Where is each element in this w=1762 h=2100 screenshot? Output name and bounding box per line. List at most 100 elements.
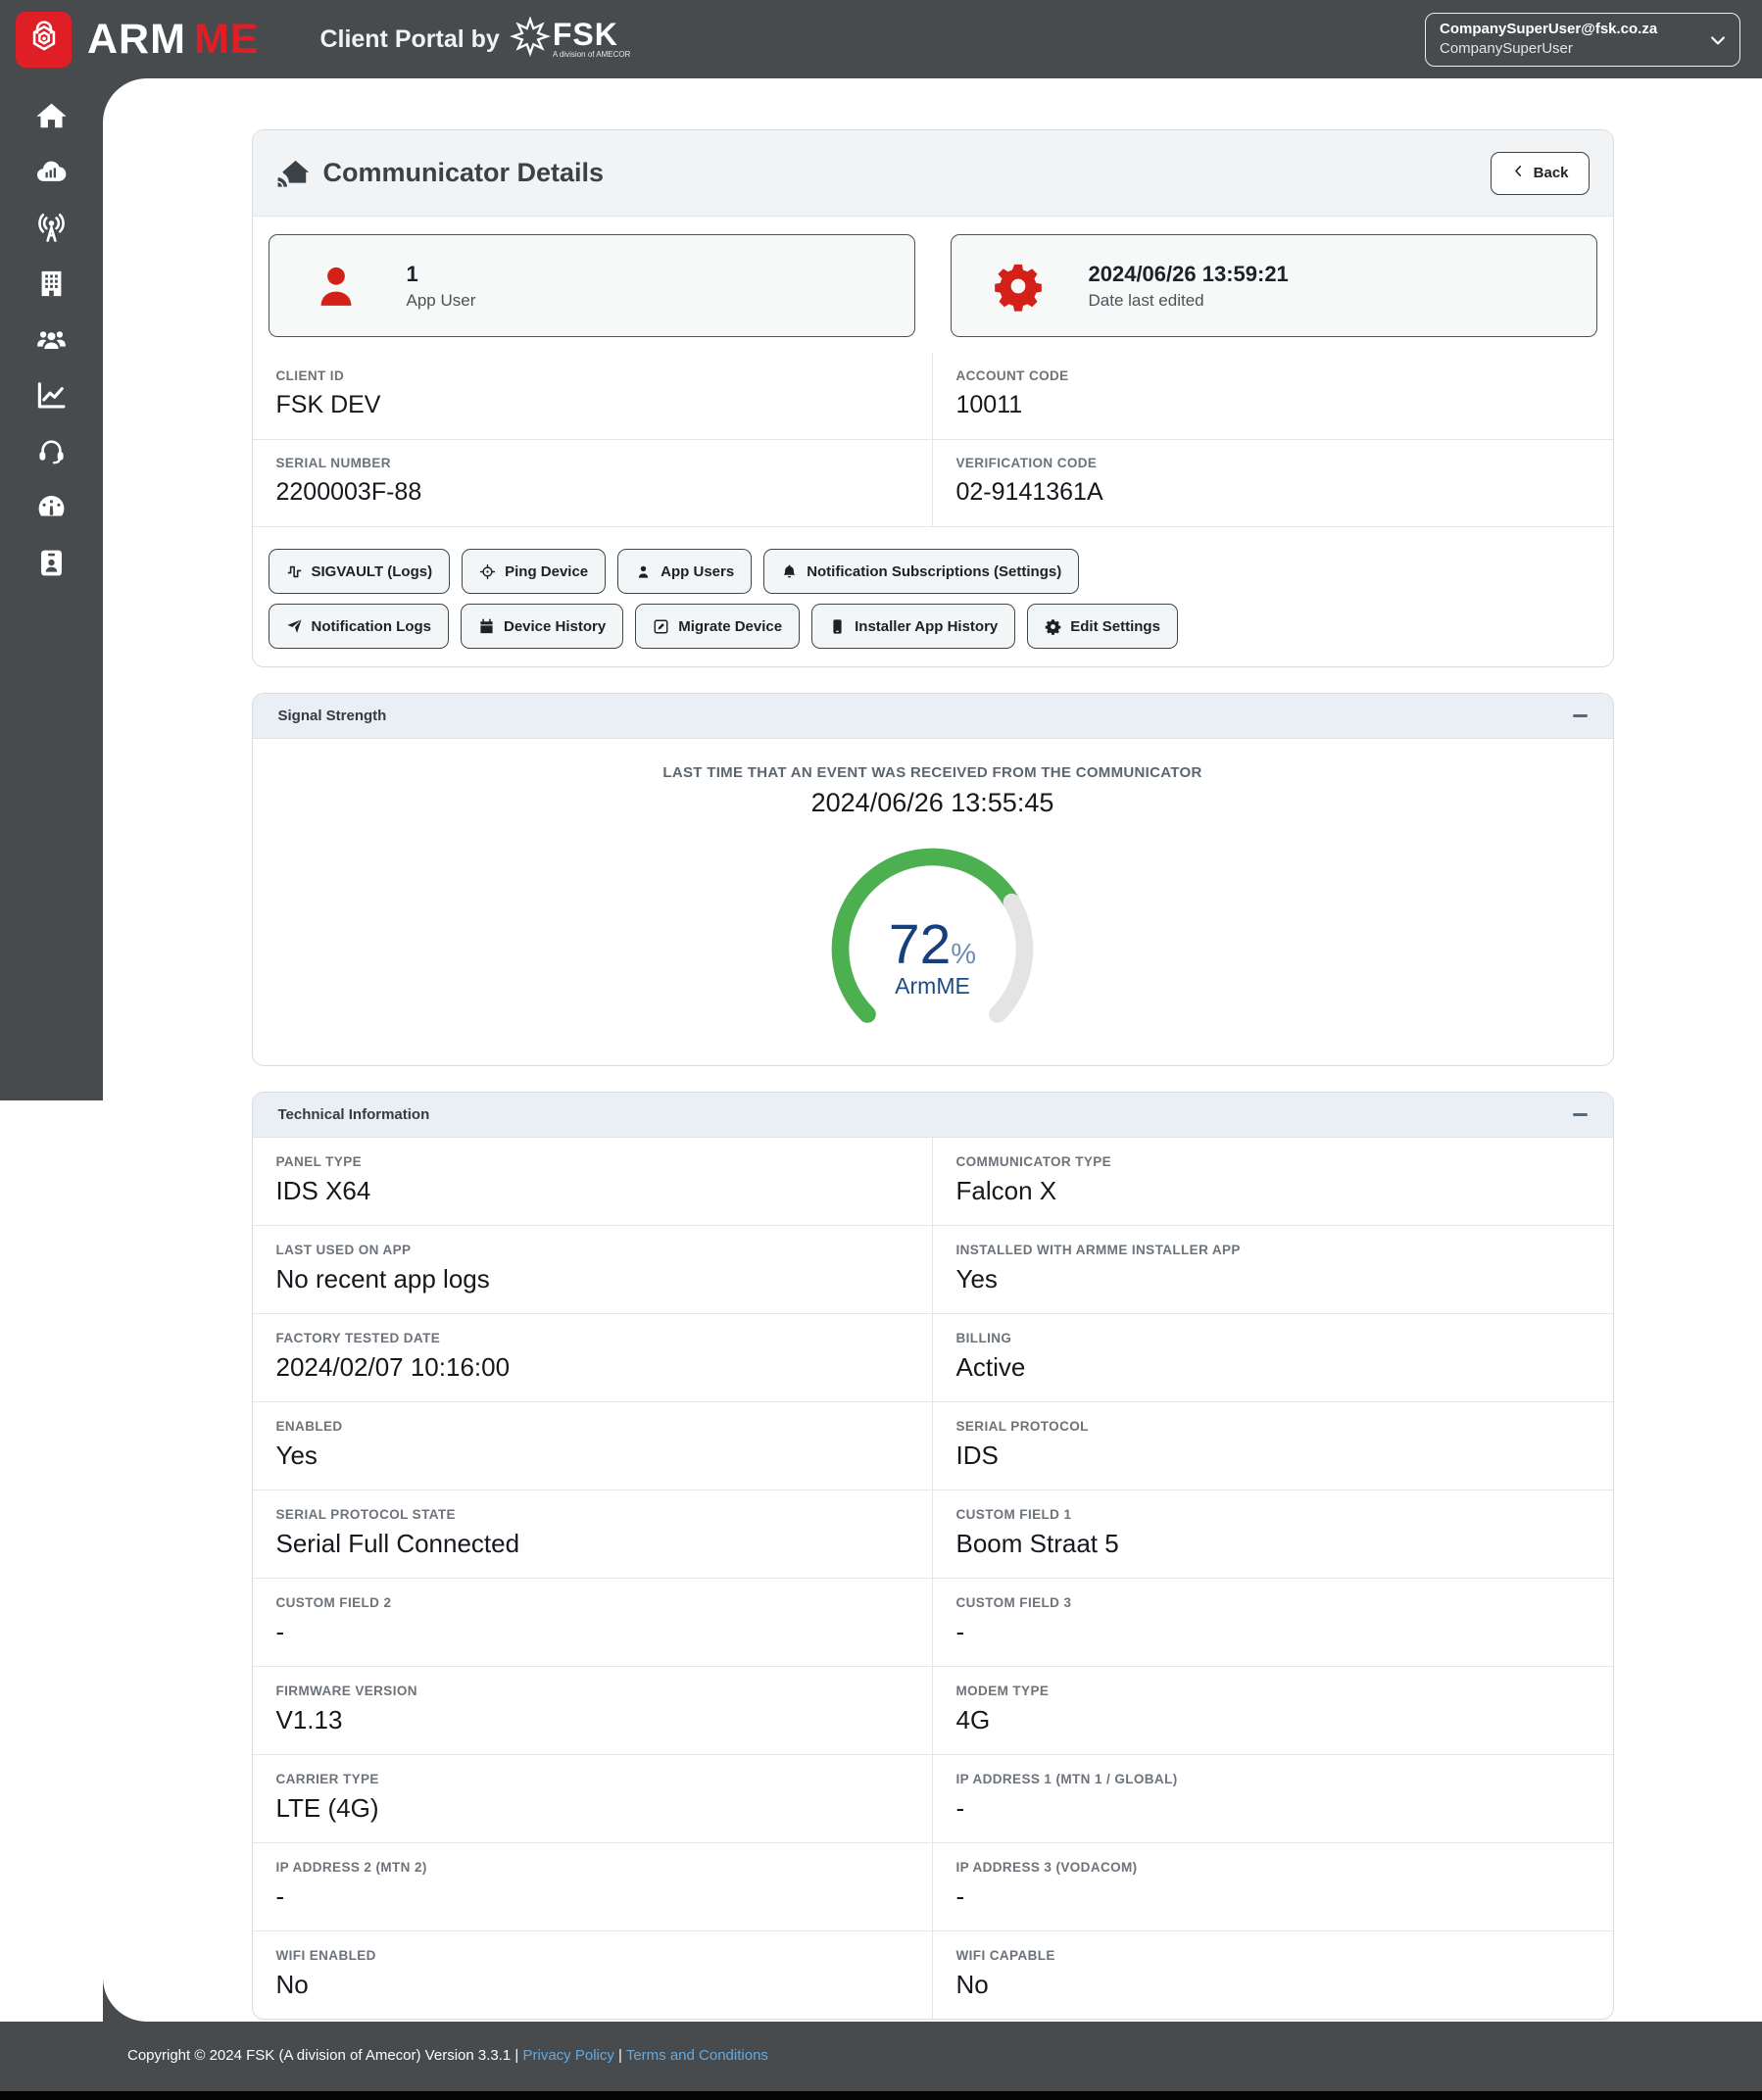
- technical-information-card: Technical Information PANEL TYPE IDS X64 C…: [251, 1092, 1614, 2020]
- action-button-migrate-device[interactable]: Migrate Device: [635, 604, 801, 649]
- field-value: 4G: [955, 1705, 991, 1734]
- action-button-sigvault-logs[interactable]: SIGVAULT (Logs): [268, 549, 451, 594]
- back-button[interactable]: Back: [1490, 151, 1590, 195]
- action-button-label: Device History: [504, 617, 607, 635]
- field-value: Boom Straat 5: [955, 1529, 1119, 1558]
- field-value: 10011: [955, 391, 1023, 418]
- field-value: Falcon X: [955, 1176, 1057, 1205]
- field-label: SERIAL PROTOCOL STATE: [275, 1507, 456, 1522]
- field-value: LTE (4G): [275, 1793, 379, 1823]
- field-label: PANEL TYPE: [275, 1154, 363, 1169]
- action-button-app-users[interactable]: App Users: [617, 549, 753, 594]
- stat-cards: 1 App User 2024/06/26 13:59:21 Date last ed…: [253, 217, 1613, 349]
- action-button-ping-device[interactable]: Ping Device: [462, 549, 607, 594]
- action-button-label: SIGVAULT (Logs): [311, 562, 433, 580]
- fsk-logo: FSK A division of AMECOR: [509, 15, 630, 63]
- wave-icon: [286, 563, 303, 580]
- field-value: -: [955, 1617, 965, 1646]
- reports-icon: [35, 379, 68, 416]
- action-button-device-history[interactable]: Device History: [461, 604, 624, 649]
- field-value: -: [955, 1793, 965, 1823]
- dashboard-icon: [35, 491, 68, 528]
- privacy-policy-link[interactable]: Privacy Policy: [523, 2047, 614, 2064]
- action-button-label: Notification Subscriptions (Settings): [807, 562, 1062, 580]
- field-label: SERIAL NUMBER: [275, 456, 391, 470]
- gauge-value: 72%: [817, 912, 1048, 977]
- contacts-icon: [35, 547, 68, 584]
- bell-icon: [781, 563, 798, 580]
- field-client-id: CLIENT ID FSK DEV: [253, 353, 933, 439]
- footer: Copyright © 2024 FSK (A division of Amec…: [0, 2022, 1762, 2100]
- action-button-label: Migrate Device: [678, 617, 783, 635]
- field-value: IDS X64: [275, 1176, 371, 1205]
- field-ip-address-1-mtn-1-global: IP ADDRESS 1 (MTN 1 / GLOBAL) -: [932, 1754, 1613, 1842]
- field-value: No recent app logs: [275, 1264, 490, 1294]
- ping-icon: [479, 563, 496, 580]
- collapse-icon[interactable]: [1572, 1113, 1588, 1116]
- field-label: LAST USED ON APP: [275, 1243, 412, 1257]
- action-button-notification-logs[interactable]: Notification Logs: [268, 604, 449, 649]
- field-custom-field-3: CUSTOM FIELD 3 -: [932, 1578, 1613, 1666]
- signal-section-title: Signal Strength: [277, 708, 387, 724]
- field-label: CUSTOM FIELD 3: [955, 1595, 1072, 1610]
- footer-text: Copyright © 2024 FSK (A division of Amec…: [0, 2022, 1762, 2064]
- collapse-icon[interactable]: [1572, 714, 1588, 717]
- field-wifi-capable: WIFI CAPABLE No: [932, 1930, 1613, 2019]
- action-button-edit-settings[interactable]: Edit Settings: [1027, 604, 1178, 649]
- chevron-down-icon: [1708, 30, 1728, 50]
- action-button-notification-subscriptions-settings[interactable]: Notification Subscriptions (Settings): [763, 549, 1080, 594]
- card-header: Communicator Details Back: [252, 130, 1613, 217]
- last-event-label: LAST TIME THAT AN EVENT WAS RECEIVED FRO…: [662, 764, 1202, 781]
- field-label: WIFI ENABLED: [275, 1948, 376, 1963]
- sidebar-item-broadcast-tower[interactable]: [0, 202, 103, 258]
- last-event-time: 2024/06/26 13:55:45: [810, 788, 1054, 817]
- armme-logo[interactable]: [16, 11, 72, 68]
- action-button-label: App Users: [661, 562, 735, 580]
- field-value: V1.13: [275, 1705, 343, 1734]
- signal-strength-card: Signal Strength LAST TIME THAT AN EVENT …: [251, 693, 1614, 1066]
- field-value: Yes: [955, 1264, 998, 1294]
- field-label: IP ADDRESS 2 (MTN 2): [275, 1860, 427, 1875]
- gauge-label: ArmME: [895, 973, 970, 999]
- sidebar-item-users[interactable]: [0, 314, 103, 369]
- sidebar-item-contacts[interactable]: [0, 537, 103, 593]
- bottom-edge-bar: [0, 2091, 1762, 2100]
- gauge-unit: %: [951, 939, 977, 970]
- sidebar-item-reports[interactable]: [0, 369, 103, 425]
- mobile-icon: [829, 618, 846, 635]
- field-value: 02-9141361A: [955, 478, 1103, 506]
- gearsm-icon: [1045, 618, 1061, 635]
- sidebar-item-cloud-stats[interactable]: [0, 146, 103, 202]
- fsk-name: FSK: [552, 17, 618, 52]
- stat-value: 2024/06/26 13:59:21: [1088, 261, 1289, 286]
- field-carrier-type: CARRIER TYPE LTE (4G): [252, 1754, 933, 1842]
- field-label: ACCOUNT CODE: [955, 368, 1069, 383]
- user-email: CompanySuperUser@fsk.co.za: [1440, 21, 1658, 37]
- field-label: INSTALLED WITH ARMME INSTALLER APP: [955, 1243, 1241, 1257]
- calendar-icon: [478, 617, 495, 635]
- field-label: BILLING: [955, 1331, 1012, 1345]
- field-ip-address-2-mtn-2: IP ADDRESS 2 (MTN 2) -: [252, 1842, 933, 1930]
- home-icon: [35, 100, 68, 137]
- sidebar-item-home[interactable]: [0, 90, 103, 146]
- house-signal-icon: [276, 158, 310, 189]
- user-menu[interactable]: CompanySuperUser@fsk.co.za CompanySuperU…: [1425, 13, 1740, 67]
- stat-card-date-last-edited: 2024/06/26 13:59:21 Date last edited: [950, 234, 1597, 337]
- left-strip: [0, 1100, 103, 2022]
- sidebar-item-buildings[interactable]: [0, 258, 103, 314]
- field-value: Serial Full Connected: [275, 1529, 520, 1558]
- id-fields-grid: CLIENT ID FSK DEV ACCOUNT CODE 10011 SERIAL …: [252, 353, 1613, 527]
- pensquare-icon: [653, 618, 669, 635]
- action-rows: SIGVAULT (Logs) Ping Device App Users Notif…: [253, 527, 1613, 666]
- sidebar-item-dashboard[interactable]: [0, 481, 103, 537]
- stat-value: 1: [406, 261, 418, 286]
- gauge-percent: 72: [888, 913, 952, 976]
- page-title: Communicator Details: [322, 158, 605, 187]
- person-icon: [311, 261, 362, 312]
- action-button-installer-app-history[interactable]: Installer App History: [811, 604, 1016, 649]
- field-value: Yes: [275, 1441, 318, 1470]
- sidebar-item-support[interactable]: [0, 425, 103, 481]
- terms-link[interactable]: Terms and Conditions: [626, 2047, 768, 2064]
- field-value: No: [955, 1970, 989, 1999]
- technical-section-header: Technical Information: [252, 1093, 1613, 1138]
